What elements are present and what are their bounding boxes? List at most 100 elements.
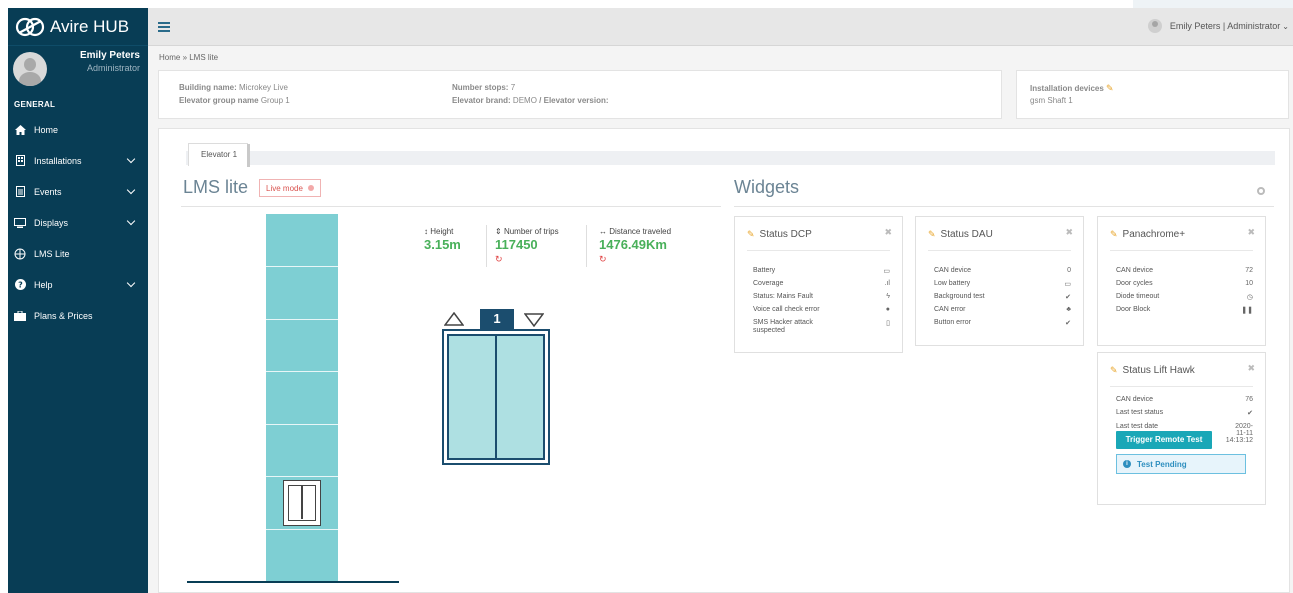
phone-icon: ▯: [886, 320, 890, 327]
divider: [486, 225, 487, 267]
sidebar-item-displays[interactable]: Displays: [8, 207, 148, 238]
stat-trips: ⇕ Number of trips 117450 ↻: [495, 227, 559, 265]
signal-icon: .ıl: [884, 280, 890, 287]
widget-row: Low battery ▭: [934, 280, 1071, 290]
sidebar-item-events[interactable]: Events: [8, 176, 148, 207]
stat-trips-label: Number of trips: [503, 227, 559, 236]
pencil-icon[interactable]: ✎: [1106, 83, 1114, 93]
avatar: [1147, 19, 1162, 33]
stat-height-label: Height: [430, 227, 454, 236]
widget-row: Door Block ❚❚: [1116, 306, 1253, 316]
chevron-down-icon: [126, 154, 136, 164]
sidebar-section-label: GENERAL: [14, 100, 56, 109]
avire-logo-icon: [15, 17, 45, 36]
row-label: Button error: [934, 319, 971, 326]
current-floor-number: 1: [480, 309, 514, 329]
number-stops-value: 7: [510, 83, 516, 92]
distance-arrow-icon: ↔: [599, 227, 607, 236]
widget-title: Status DAU: [940, 229, 993, 240]
row-label: Door cycles: [1116, 280, 1153, 287]
widget-row: Background test ✔: [934, 293, 1071, 303]
breadcrumb[interactable]: Home » LMS lite: [159, 53, 218, 62]
user-menu[interactable]: Emily Peters | Administrator ⌄: [1147, 19, 1289, 33]
row-value: 10: [1245, 280, 1253, 287]
sidebar-item-installations[interactable]: Installations: [8, 145, 148, 176]
close-icon[interactable]: ✖: [1065, 227, 1073, 238]
row-label: CAN device: [1116, 267, 1153, 274]
floor-separator: [266, 424, 338, 425]
sidebar-item-lms-lite[interactable]: LMS Lite: [8, 238, 148, 269]
check-circle-icon: ✔: [1247, 410, 1253, 417]
sidebar-item-help[interactable]: ? Help: [8, 269, 148, 300]
sidebar: Avire HUB Emily Peters Administrator GEN…: [8, 8, 148, 593]
sidebar-item-label: Displays: [34, 217, 69, 228]
test-pending-label: Test Pending: [1137, 459, 1187, 469]
widget-row: Door cycles 10: [1116, 280, 1253, 290]
installation-devices-card: Installation devices ✎ gsm Shaft 1: [1016, 70, 1289, 119]
chevron-down-icon: [126, 216, 136, 226]
building-icon: [14, 155, 26, 167]
close-icon[interactable]: ✖: [884, 227, 892, 238]
widget-row: CAN device 0: [934, 267, 1071, 277]
tab-elevator-1[interactable]: Elevator 1: [188, 143, 250, 167]
row-label: SMS Hacker attack suspected: [753, 319, 813, 334]
brand-name: Avire HUB: [50, 16, 130, 36]
pencil-icon[interactable]: ✎: [1110, 229, 1118, 240]
building-name-label: Building name:: [179, 83, 237, 92]
stat-height-value: 3.15m: [424, 237, 461, 252]
number-stops-label: Number stops:: [452, 83, 509, 92]
widget-row: Voice call check error ●: [753, 306, 890, 316]
widget-row: CAN device 72: [1116, 267, 1253, 277]
check-circle-icon: ✔: [1065, 320, 1071, 327]
refresh-icon[interactable]: ↻: [599, 254, 671, 265]
live-status-dot-icon: [307, 185, 314, 191]
document-icon: [14, 186, 26, 198]
stat-height: ↕ Height 3.15m: [424, 227, 461, 252]
group-name-label: Elevator group name: [179, 96, 259, 105]
widget-title: Panachrome+: [1122, 229, 1186, 240]
close-icon[interactable]: ✖: [1247, 227, 1255, 238]
brand[interactable]: Avire HUB: [8, 8, 148, 46]
arrow-up-icon: [444, 312, 464, 326]
gear-icon[interactable]: [1257, 187, 1265, 195]
widget-row: Coverage .ıl: [753, 280, 890, 290]
top-strip-accent: [1133, 0, 1293, 8]
pencil-icon[interactable]: ✎: [928, 229, 936, 240]
hamburger-menu-icon[interactable]: [158, 22, 170, 32]
pencil-icon[interactable]: ✎: [747, 229, 755, 240]
height-arrow-icon: ↕: [424, 227, 428, 236]
divider: [928, 250, 1071, 251]
floor-indicator: 1: [422, 309, 544, 329]
sidebar-item-label: Installations: [34, 155, 82, 166]
widget-status-dau: ✎ Status DAU ✖ CAN device 0 Low battery ▭ B…: [915, 216, 1084, 346]
widget-row: Status: Mains Fault ϟ: [753, 293, 890, 303]
row-label: Background test: [934, 293, 985, 300]
trigger-remote-test-button[interactable]: Trigger Remote Test: [1116, 431, 1212, 449]
live-mode-button[interactable]: Live mode: [259, 179, 321, 197]
close-icon[interactable]: ✖: [1247, 363, 1255, 374]
sidebar-item-plans-prices[interactable]: Plans & Prices: [8, 300, 148, 331]
widget-panachrome: ✎ Panachrome+ ✖ CAN device 72 Door cycles 1…: [1097, 216, 1266, 346]
row-value: 76: [1245, 396, 1253, 403]
trips-icon: ⇕: [495, 227, 502, 236]
installation-device-row: gsm Shaft 1: [1030, 96, 1073, 105]
top-header: Emily Peters | Administrator ⌄: [148, 8, 1293, 46]
row-label: CAN error: [934, 306, 966, 313]
sidebar-item-home[interactable]: Home: [8, 114, 148, 145]
ground-line: [187, 581, 399, 583]
stat-distance-value: 1476.49Km: [599, 237, 667, 252]
widget-title: Status DCP: [759, 229, 812, 240]
number-stops-row: Number stops: 7: [452, 83, 515, 92]
refresh-icon[interactable]: ↻: [495, 254, 559, 265]
row-label: Coverage: [753, 280, 784, 287]
floor-separator: [266, 476, 338, 477]
row-label: CAN device: [1116, 396, 1153, 403]
row-label: Low battery: [934, 280, 971, 287]
question-icon: ?: [14, 279, 26, 291]
pencil-icon[interactable]: ✎: [1110, 365, 1118, 376]
home-icon: [14, 124, 26, 136]
clock-icon: ◷: [1246, 294, 1253, 301]
stat-distance-label: Distance traveled: [609, 227, 672, 236]
check-circle-icon: ✔: [1065, 294, 1071, 301]
pause-icon: ❚❚: [1241, 307, 1253, 314]
